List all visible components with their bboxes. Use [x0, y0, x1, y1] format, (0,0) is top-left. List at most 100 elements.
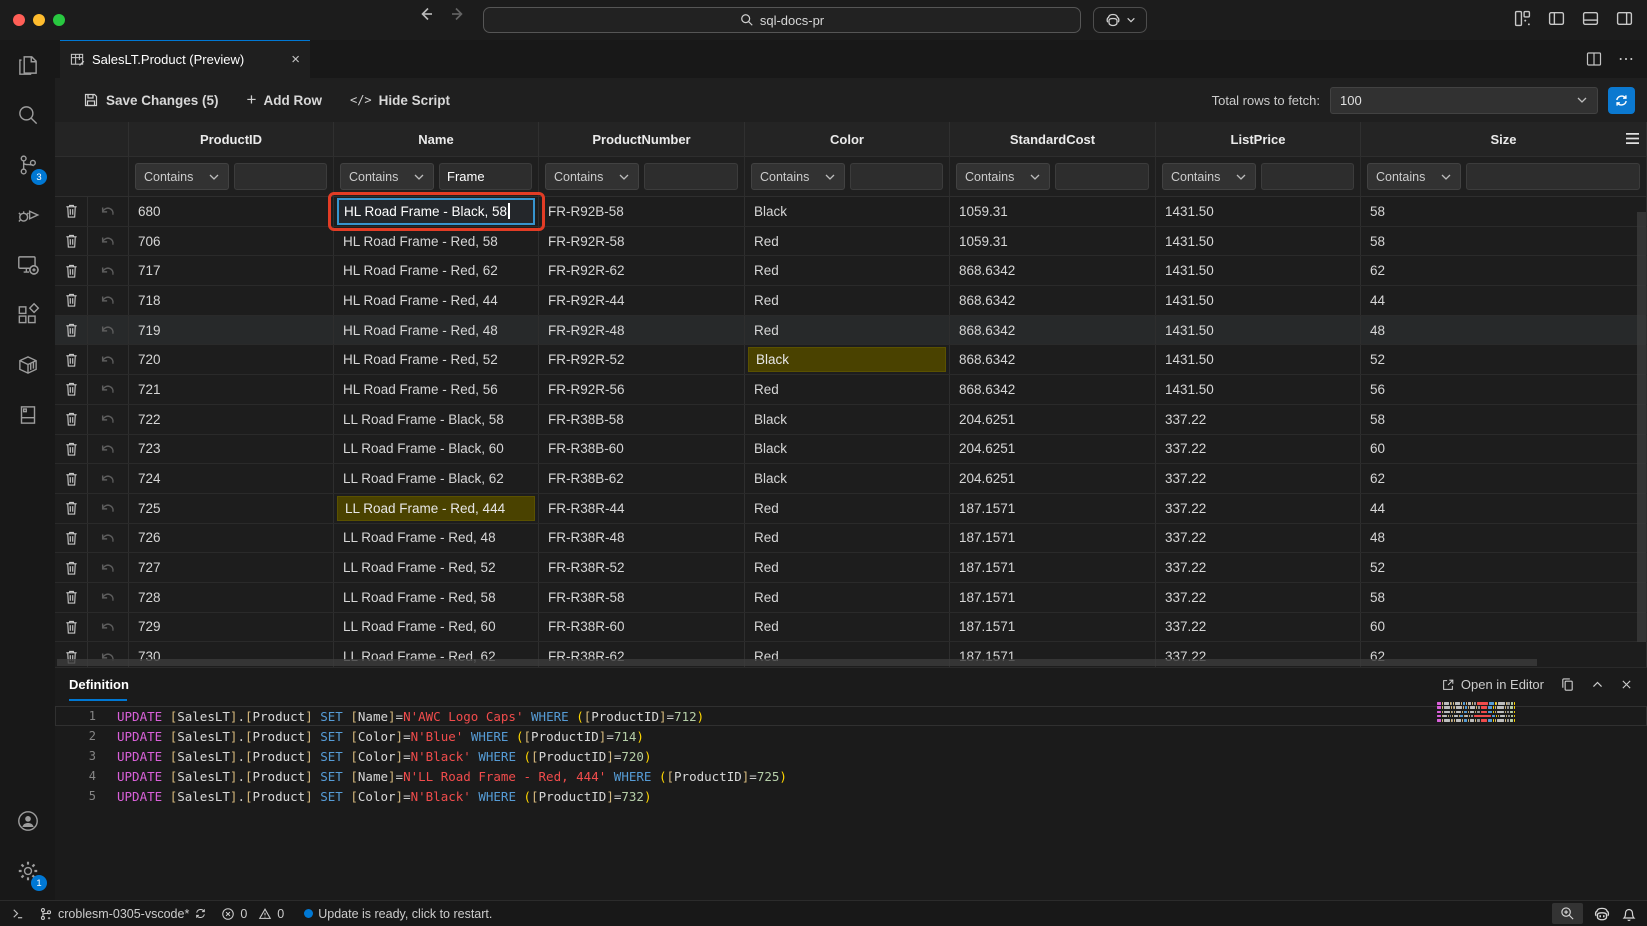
- cell-Color[interactable]: Red: [745, 553, 950, 582]
- cell-ProductID[interactable]: 680: [129, 197, 334, 226]
- cell-ProductNumber[interactable]: FR-R92R-62: [539, 256, 745, 285]
- close-panel-icon[interactable]: [1620, 678, 1633, 691]
- cell-Color[interactable]: Red: [745, 375, 950, 404]
- cell-ListPrice[interactable]: 337.22: [1156, 405, 1361, 434]
- cell-Color[interactable]: Black: [745, 464, 950, 493]
- maximize-window-button[interactable]: [53, 14, 65, 26]
- cell-Size[interactable]: 58: [1361, 405, 1647, 434]
- cell-StandardCost[interactable]: 187.1571: [950, 613, 1156, 642]
- cell-ListPrice[interactable]: 337.22: [1156, 524, 1361, 553]
- cell-ProductID[interactable]: 723: [129, 435, 334, 464]
- hide-script-button[interactable]: </> Hide Script: [350, 93, 450, 108]
- sql-script-editor[interactable]: 1UPDATE [SalesLT].[Product] SET [Name] =…: [55, 701, 1647, 806]
- tab-salesLT-product[interactable]: SalesLT.Product (Preview) ×: [60, 40, 310, 78]
- horizontal-scrollbar[interactable]: [57, 659, 1537, 666]
- cell-ListPrice[interactable]: 337.22: [1156, 464, 1361, 493]
- delete-row-button[interactable]: [55, 256, 88, 285]
- revert-row-button[interactable]: [88, 345, 129, 374]
- refresh-button[interactable]: [1608, 87, 1635, 114]
- revert-row-button[interactable]: [88, 197, 129, 226]
- save-changes-button[interactable]: Save Changes (5): [83, 92, 219, 108]
- cell-StandardCost[interactable]: 868.6342: [950, 316, 1156, 345]
- cell-StandardCost[interactable]: 204.6251: [950, 435, 1156, 464]
- cell-ProductID[interactable]: 706: [129, 227, 334, 256]
- sql-line[interactable]: 1UPDATE [SalesLT].[Product] SET [Name] =…: [55, 706, 1647, 726]
- cell-ProductID[interactable]: 721: [129, 375, 334, 404]
- cell-Size[interactable]: 60: [1361, 613, 1647, 642]
- revert-row-button[interactable]: [88, 494, 129, 523]
- cell-ListPrice[interactable]: 337.22: [1156, 583, 1361, 612]
- delete-row-button[interactable]: [55, 583, 88, 612]
- cell-ProductID[interactable]: 728: [129, 583, 334, 612]
- activitybar-item-explorer[interactable]: [0, 40, 55, 90]
- filter-operator-ProductNumber[interactable]: Contains: [545, 163, 639, 190]
- filter-input-Size[interactable]: [1466, 163, 1640, 190]
- revert-row-button[interactable]: [88, 375, 129, 404]
- delete-row-button[interactable]: [55, 524, 88, 553]
- cell-Size[interactable]: 58: [1361, 227, 1647, 256]
- cell-ProductID[interactable]: 729: [129, 613, 334, 642]
- cell-Color[interactable]: Red: [745, 316, 950, 345]
- cell-Name[interactable]: LL Road Frame - Black, 60: [334, 435, 539, 464]
- cell-ListPrice[interactable]: 1431.50: [1156, 227, 1361, 256]
- copilot-status-icon[interactable]: [1593, 905, 1611, 923]
- activitybar-item-containers[interactable]: [0, 340, 55, 390]
- cell-ProductID[interactable]: 727: [129, 553, 334, 582]
- filter-operator-Name[interactable]: Contains: [340, 163, 434, 190]
- customize-layout-icon[interactable]: [1514, 10, 1531, 27]
- cell-Name[interactable]: HL Road Frame - Red, 58: [334, 227, 539, 256]
- delete-row-button[interactable]: [55, 286, 88, 315]
- cell-Color[interactable]: Black: [745, 405, 950, 434]
- cell-StandardCost[interactable]: 868.6342: [950, 286, 1156, 315]
- cell-Size[interactable]: 48: [1361, 316, 1647, 345]
- revert-row-button[interactable]: [88, 613, 129, 642]
- column-header-ProductID[interactable]: ProductID: [129, 122, 334, 156]
- sql-line[interactable]: 4UPDATE [SalesLT].[Product] SET [Name] =…: [55, 766, 1647, 786]
- cell-Name[interactable]: HL Road Frame - Black, 58: [334, 197, 539, 226]
- cell-ProductID[interactable]: 718: [129, 286, 334, 315]
- cell-ProductNumber[interactable]: FR-R38B-60: [539, 435, 745, 464]
- cell-ListPrice[interactable]: 337.22: [1156, 435, 1361, 464]
- cell-ProductNumber[interactable]: FR-R92B-58: [539, 197, 745, 226]
- filter-input-ProductID[interactable]: [234, 163, 327, 190]
- cell-Color[interactable]: Red: [745, 583, 950, 612]
- cell-Name[interactable]: LL Road Frame - Red, 58: [334, 583, 539, 612]
- cell-ListPrice[interactable]: 1431.50: [1156, 256, 1361, 285]
- revert-row-button[interactable]: [88, 286, 129, 315]
- cell-Name[interactable]: LL Road Frame - Red, 444: [334, 494, 539, 523]
- revert-row-button[interactable]: [88, 464, 129, 493]
- branch-indicator[interactable]: croblesm-0305-vscode*: [39, 907, 207, 921]
- filter-input-StandardCost[interactable]: [1055, 163, 1149, 190]
- cell-StandardCost[interactable]: 1059.31: [950, 227, 1156, 256]
- cell-StandardCost[interactable]: 868.6342: [950, 375, 1156, 404]
- cell-Name[interactable]: LL Road Frame - Black, 58: [334, 405, 539, 434]
- cell-StandardCost[interactable]: 187.1571: [950, 494, 1156, 523]
- cell-ProductID[interactable]: 717: [129, 256, 334, 285]
- cell-ProductNumber[interactable]: FR-R38R-58: [539, 583, 745, 612]
- minimize-window-button[interactable]: [33, 14, 45, 26]
- column-header-Size[interactable]: Size: [1361, 122, 1647, 156]
- delete-row-button[interactable]: [55, 227, 88, 256]
- cell-Color[interactable]: Black: [745, 345, 950, 374]
- column-header-Name[interactable]: Name: [334, 122, 539, 156]
- revert-row-button[interactable]: [88, 256, 129, 285]
- cell-ProductID[interactable]: 725: [129, 494, 334, 523]
- filter-operator-Color[interactable]: Contains: [751, 163, 845, 190]
- problems-indicator[interactable]: 0 0: [221, 907, 284, 921]
- column-header-ListPrice[interactable]: ListPrice: [1156, 122, 1361, 156]
- cell-Color[interactable]: Red: [745, 256, 950, 285]
- column-header-Color[interactable]: Color: [745, 122, 950, 156]
- activitybar-item-database-project[interactable]: [0, 390, 55, 440]
- cell-ProductNumber[interactable]: FR-R38R-44: [539, 494, 745, 523]
- navigate-forward-icon[interactable]: [450, 6, 466, 22]
- activitybar-item-remote-explorer[interactable]: [0, 240, 55, 290]
- cell-Size[interactable]: 44: [1361, 494, 1647, 523]
- cell-ProductID[interactable]: 724: [129, 464, 334, 493]
- filter-input-Color[interactable]: [850, 163, 943, 190]
- filter-operator-Size[interactable]: Contains: [1367, 163, 1461, 190]
- cell-ProductNumber[interactable]: FR-R92R-56: [539, 375, 745, 404]
- zoom-status-button[interactable]: [1552, 903, 1583, 924]
- cell-ListPrice[interactable]: 337.22: [1156, 494, 1361, 523]
- delete-row-button[interactable]: [55, 345, 88, 374]
- close-window-button[interactable]: [13, 14, 25, 26]
